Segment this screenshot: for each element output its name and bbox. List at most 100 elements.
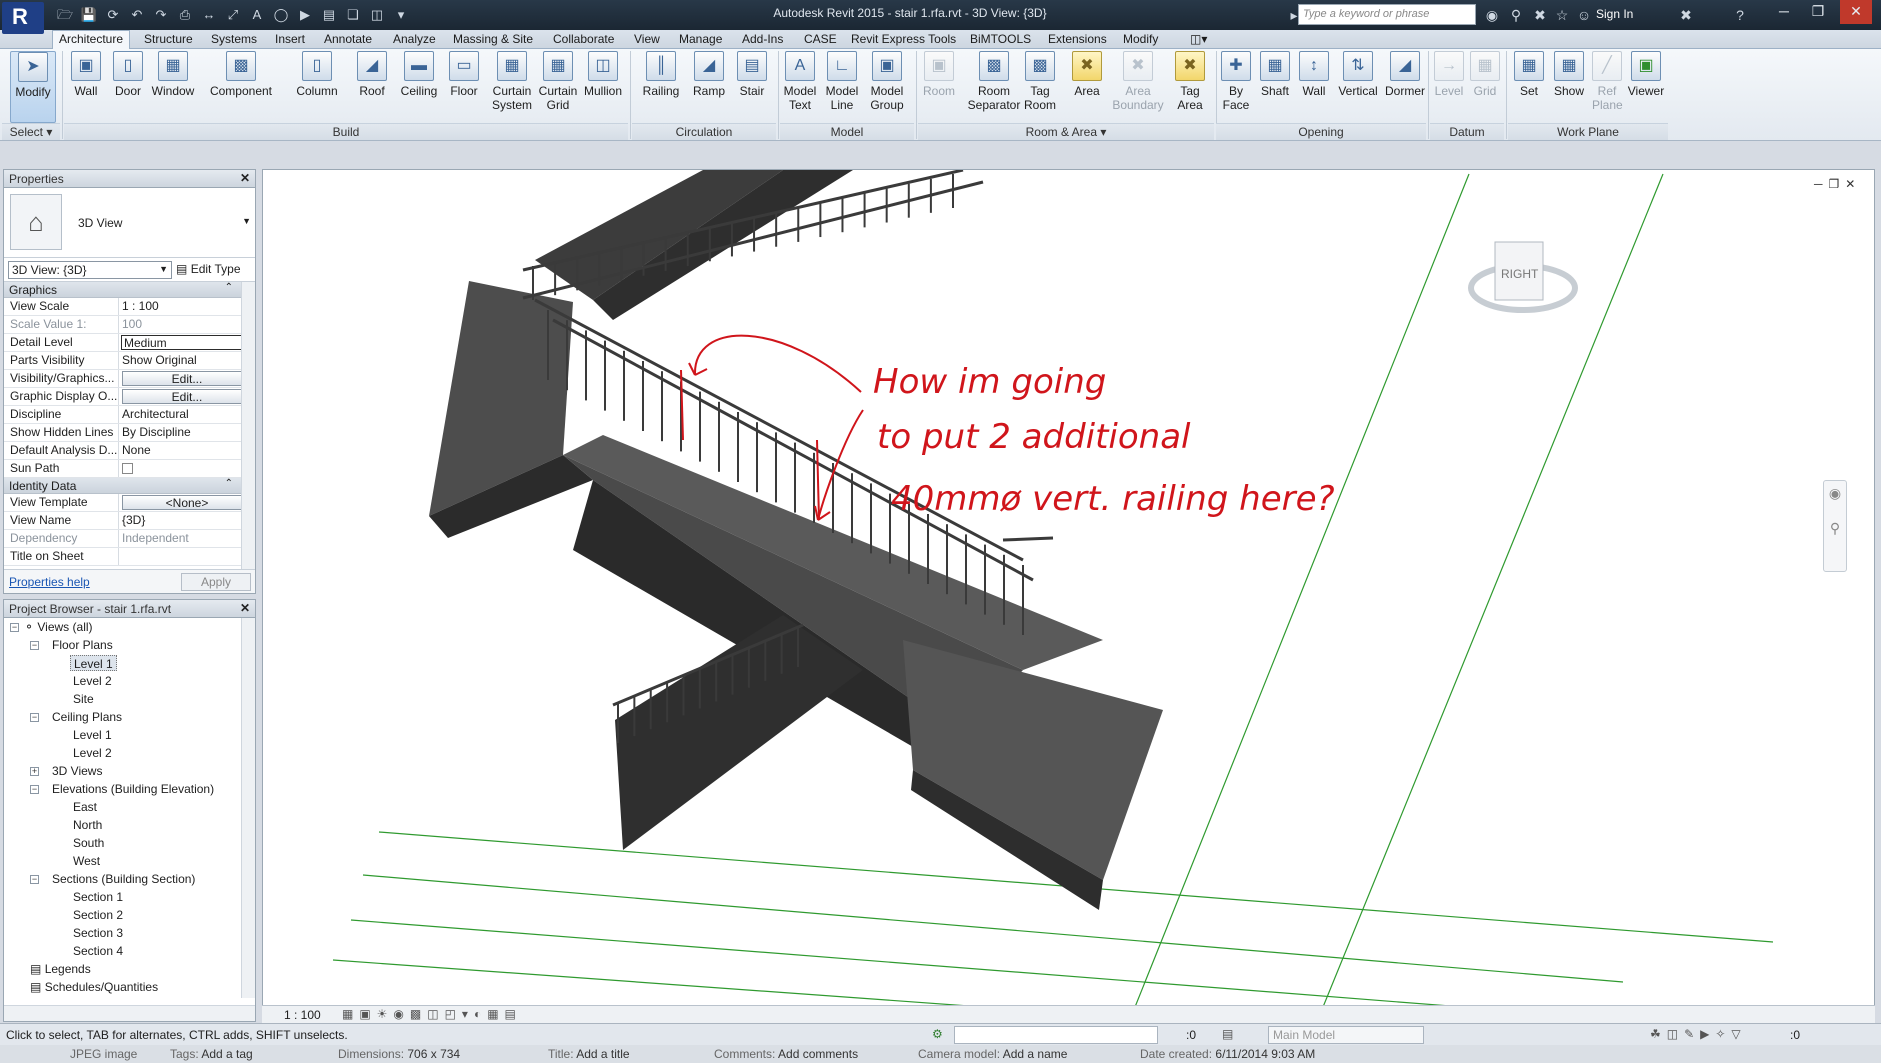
tree-ceiling-plan-level-1[interactable]: Level 1 xyxy=(73,727,112,743)
close-properties-icon[interactable]: ✕ xyxy=(240,171,250,185)
tree-ceiling-plans[interactable]: Ceiling Plans xyxy=(52,709,122,725)
tree-ceiling-plan-level-2[interactable]: Level 2 xyxy=(73,745,112,761)
tree-section-3[interactable]: Section 3 xyxy=(73,925,123,941)
text-icon[interactable]: A xyxy=(248,6,266,24)
tree-sections[interactable]: Sections (Building Section) xyxy=(52,871,195,887)
close-window-icon[interactable]: ✕ xyxy=(1840,0,1872,24)
tab-modify[interactable]: Modify xyxy=(1123,32,1158,46)
dormer-opening-button[interactable]: ◢ Dormer xyxy=(1382,51,1428,123)
collapse-toggle[interactable]: − xyxy=(30,641,39,650)
minimize-window-icon[interactable]: ─ xyxy=(1768,0,1800,24)
graphics-group-header[interactable]: Graphics ⌃ xyxy=(4,282,255,298)
favorites-star-icon[interactable]: ☆ xyxy=(1552,5,1572,25)
3d-view-canvas[interactable]: How im going to put 2 additional 40mmø v… xyxy=(262,169,1875,1006)
ceiling-button[interactable]: ▬ Ceiling xyxy=(396,51,442,123)
curtain-system-button[interactable]: ▦ Curtain System xyxy=(488,51,536,123)
camera-model-field[interactable]: Camera model: Add a name xyxy=(918,1047,1067,1061)
stair-button[interactable]: ▤ Stair xyxy=(732,51,772,123)
tab-extensions[interactable]: Extensions xyxy=(1048,32,1107,46)
tree-floor-plan-level-1[interactable]: Level 1 xyxy=(70,655,117,671)
expand-toggle[interactable]: + xyxy=(30,767,39,776)
wall-button[interactable]: ▣ Wall xyxy=(66,51,106,123)
communication-icon[interactable]: ✖ xyxy=(1530,5,1550,25)
show-work-plane-button[interactable]: ▦ Show xyxy=(1550,51,1588,123)
identity-group-header[interactable]: Identity Data ⌃ xyxy=(4,478,255,494)
apply-button[interactable]: Apply xyxy=(181,573,251,591)
set-work-plane-button[interactable]: ▦ Set xyxy=(1512,51,1546,123)
tree-elevation-west[interactable]: West xyxy=(73,853,100,869)
tab-case[interactable]: CASE xyxy=(804,32,837,46)
3d-view-icon[interactable]: ◯ xyxy=(272,6,290,24)
collapse-toggle[interactable]: − xyxy=(10,623,19,632)
type-dropdown-icon[interactable]: ▼ xyxy=(242,216,251,226)
close-hidden-icon[interactable]: ❏ xyxy=(344,6,362,24)
tab-collaborate[interactable]: Collaborate xyxy=(553,32,614,46)
tree-3d-views[interactable]: 3D Views xyxy=(52,763,102,779)
tree-floor-plan-level-2[interactable]: Level 2 xyxy=(73,673,112,689)
property-row[interactable]: Visibility/Graphics... Edit... xyxy=(4,370,255,388)
ramp-button[interactable]: ◢ Ramp xyxy=(688,51,730,123)
navigation-bar[interactable]: ◉ ⚲ xyxy=(1823,480,1847,572)
thin-lines-icon[interactable]: ▤ xyxy=(320,6,338,24)
modify-button[interactable]: ➤ Modify xyxy=(10,51,56,123)
viewer-button[interactable]: ▣ Viewer xyxy=(1626,51,1666,123)
tab-manage[interactable]: Manage xyxy=(679,32,722,46)
application-menu-button[interactable]: R xyxy=(2,2,44,34)
collapse-toggle[interactable]: − xyxy=(30,875,39,884)
property-row[interactable]: Title on Sheet xyxy=(4,548,255,566)
tree-elevations[interactable]: Elevations (Building Elevation) xyxy=(52,781,214,797)
help-search-input[interactable]: Type a keyword or phrase xyxy=(1298,4,1476,25)
collapse-toggle[interactable]: − xyxy=(30,785,39,794)
model-text-button[interactable]: A Model Text xyxy=(780,51,820,123)
minimize-ribbon-icon[interactable]: ◫▾ xyxy=(1190,32,1207,46)
ref-plane-button[interactable]: ╱ Ref Plane xyxy=(1592,51,1623,123)
curtain-grid-button[interactable]: ▦ Curtain Grid xyxy=(538,51,578,123)
sign-in-button[interactable]: Sign In xyxy=(1596,7,1633,21)
area-boundary-button[interactable]: ✖ Area Boundary xyxy=(1108,51,1168,123)
shaft-opening-button[interactable]: ▦ Shaft xyxy=(1256,51,1294,123)
view-scale-button[interactable]: 1 : 100 xyxy=(284,1008,321,1022)
design-options-icon[interactable]: ▤ xyxy=(1222,1027,1233,1041)
tree-legends[interactable]: ▤ Legends xyxy=(30,961,91,977)
collapse-toggle[interactable]: − xyxy=(30,713,39,722)
window-button[interactable]: ▦ Window xyxy=(148,51,198,123)
tree-section-1[interactable]: Section 1 xyxy=(73,889,123,905)
dimension-icon[interactable]: ⤢ xyxy=(224,6,242,24)
tree-floor-plan-site[interactable]: Site xyxy=(73,691,94,707)
graphic-display-edit-button[interactable]: Edit... xyxy=(122,389,252,404)
roof-button[interactable]: ◢ Roof xyxy=(352,51,392,123)
level-button[interactable]: → Level xyxy=(1432,51,1466,123)
tab-add-ins[interactable]: Add-Ins xyxy=(742,32,783,46)
properties-scrollbar[interactable] xyxy=(241,282,255,580)
tab-revit-express-tools[interactable]: Revit Express Tools xyxy=(851,32,956,46)
worksets-icon[interactable]: ⚙ xyxy=(932,1027,943,1041)
print-icon[interactable]: ⎙ xyxy=(176,6,194,24)
save-icon[interactable]: 💾 xyxy=(80,6,98,24)
property-row[interactable]: Parts Visibility Show Original xyxy=(4,352,255,370)
close-view-icon[interactable]: ✕ xyxy=(1845,177,1861,191)
room-button[interactable]: ▣ Room xyxy=(920,51,958,123)
tree-floor-plans[interactable]: Floor Plans xyxy=(52,637,113,653)
select-panel-dropdown[interactable]: Select ▾ xyxy=(2,123,60,140)
comments-field[interactable]: Comments: Add comments xyxy=(714,1047,858,1061)
instance-filter-select[interactable]: 3D View: {3D} ▼ xyxy=(8,261,172,279)
tree-views-all[interactable]: ⚬ Views (all) xyxy=(24,619,93,635)
property-row[interactable]: Graphic Display O... Edit... xyxy=(4,388,255,406)
steering-wheel-icon[interactable]: ◉ xyxy=(1824,485,1846,502)
sun-path-checkbox[interactable] xyxy=(122,463,133,474)
switch-windows-icon[interactable]: ◫ xyxy=(368,6,386,24)
redo-icon[interactable]: ↷ xyxy=(152,6,170,24)
tab-massing-site[interactable]: Massing & Site xyxy=(453,32,533,46)
tree-section-4[interactable]: Section 4 xyxy=(73,943,123,959)
tab-analyze[interactable]: Analyze xyxy=(393,32,436,46)
zoom-icon[interactable]: ⚲ xyxy=(1824,520,1846,537)
minimize-view-icon[interactable]: ─ xyxy=(1814,177,1829,191)
property-row[interactable]: View Name {3D} xyxy=(4,512,255,530)
room-area-panel-dropdown[interactable]: Room & Area ▾ xyxy=(918,123,1214,140)
view-template-button[interactable]: <None> xyxy=(122,495,252,510)
restore-window-icon[interactable]: ❐ xyxy=(1802,0,1834,24)
wall-opening-button[interactable]: ↕ Wall xyxy=(1296,51,1332,123)
undo-icon[interactable]: ↶ xyxy=(128,6,146,24)
viewcube[interactable]: RIGHT xyxy=(1468,241,1578,313)
property-row[interactable]: View Scale 1 : 100 xyxy=(4,298,255,316)
